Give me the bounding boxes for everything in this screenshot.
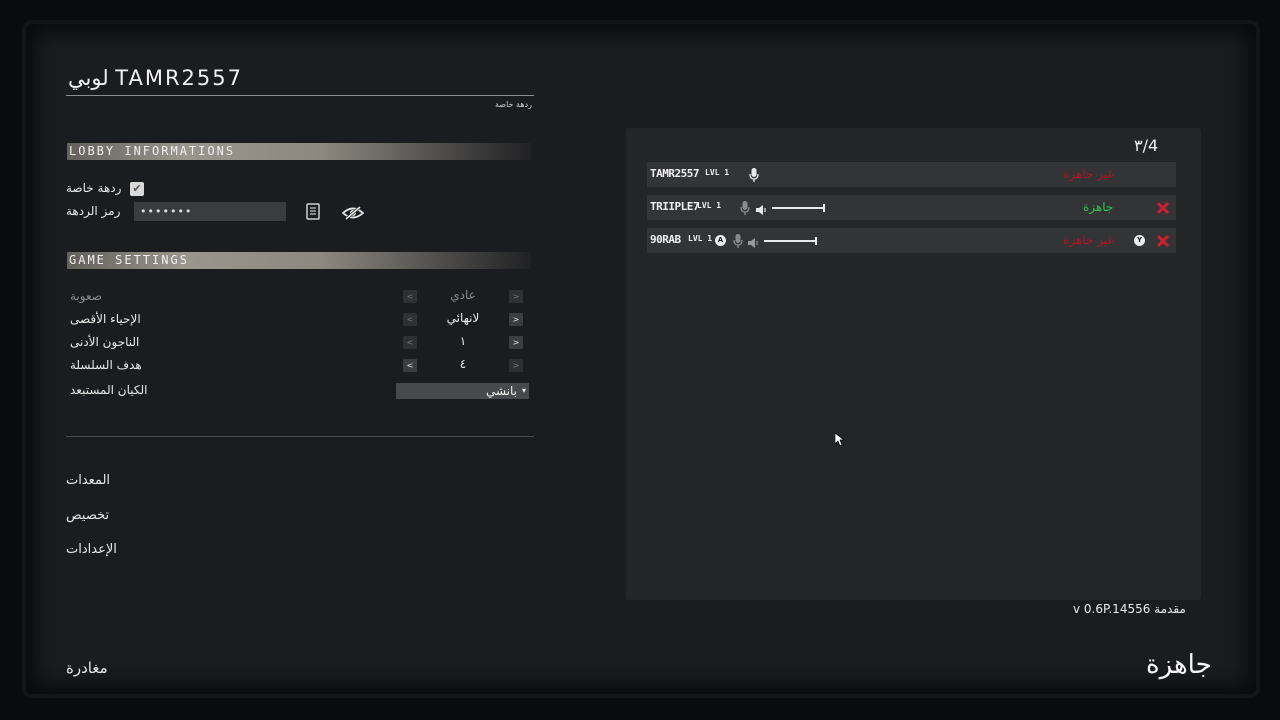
player-name: 90RAB [650, 233, 681, 246]
player-name: TRIIPLE7 [650, 200, 699, 213]
player-name: TAMR2557 [650, 167, 699, 180]
volume-slider[interactable] [772, 207, 825, 209]
difficulty-prev-button[interactable]: < [403, 290, 417, 303]
max-respawns-value: لانهائي [446, 311, 480, 325]
volume-slider[interactable] [764, 240, 817, 242]
mouse-cursor-icon [834, 432, 846, 451]
lobby-subtitle: ردهة خاصة [495, 100, 532, 109]
streak-goal-next-button[interactable]: > [509, 359, 523, 372]
min-survivors-label: الناجون الأدنى [70, 335, 140, 349]
copy-icon[interactable] [305, 203, 321, 224]
excluded-entity-dropdown[interactable]: بانشي ▾ [396, 383, 529, 399]
volume-slider-handle[interactable] [823, 204, 825, 212]
max-respawns-prev-button[interactable]: < [403, 313, 417, 326]
max-respawns-next-button[interactable]: > [509, 313, 523, 326]
version-label: v 0.6P.14556 مقدمة [1073, 602, 1186, 616]
streak-goal-prev-button[interactable]: < [403, 359, 417, 372]
kick-player-icon[interactable] [1156, 233, 1170, 248]
equipment-menu-item[interactable]: المعدات [66, 473, 110, 488]
lobby-password-label: رمز الردهة [66, 204, 121, 218]
difficulty-label: صعوبة [70, 289, 102, 303]
lobby-title: لوبي TAMR2557 [68, 66, 244, 90]
private-lobby-label: ردهة خاصة [66, 181, 122, 195]
speaker-icon[interactable] [747, 234, 759, 253]
volume-slider-handle[interactable] [815, 237, 817, 245]
hide-password-icon[interactable] [341, 205, 365, 224]
player-row: TAMR2557 LVL 1 غير جاهزة [647, 162, 1176, 187]
streak-goal-label: هدف السلسلة [70, 358, 142, 372]
player-row: 90RAB LVL 1 A غير جاهزة Y [647, 228, 1176, 253]
player-level: LVL 1 [697, 201, 722, 210]
speaker-icon[interactable] [755, 201, 767, 220]
player-status: غير جاهزة [1063, 233, 1114, 247]
chevron-down-icon: ▾ [521, 386, 526, 395]
microphone-icon[interactable] [733, 233, 743, 252]
title-divider [66, 95, 534, 96]
player-level: LVL 1 [688, 234, 713, 243]
settings-menu-item[interactable]: الإعدادات [66, 542, 117, 557]
settings-divider [66, 436, 534, 437]
private-lobby-checkbox[interactable]: ✔ [130, 182, 144, 196]
lobby-password-field[interactable]: ••••••• [134, 202, 286, 221]
microphone-icon[interactable] [749, 167, 759, 186]
player-row: TRIIPLE7 LVL 1 جاهزة [647, 195, 1176, 220]
ready-button[interactable]: جاهزة [1146, 650, 1212, 680]
player-status: جاهزة [1083, 200, 1114, 214]
lobby-info-header: LOBBY INFORMATIONS [67, 143, 531, 160]
microphone-icon[interactable] [740, 200, 750, 219]
a-button-icon: A [715, 235, 726, 246]
customize-menu-item[interactable]: تخصيص [66, 508, 109, 523]
max-respawns-label: الإحياء الأقصى [70, 312, 141, 326]
difficulty-next-button[interactable]: > [509, 290, 523, 303]
min-survivors-value: ١ [459, 334, 467, 348]
player-count: ٣/4 [1134, 136, 1159, 155]
leave-button[interactable]: مغادرة [66, 659, 108, 677]
player-level: LVL 1 [705, 168, 730, 177]
streak-goal-value: ٤ [459, 357, 467, 371]
y-button-icon: Y [1134, 235, 1145, 246]
excluded-entity-value: بانشي [485, 384, 517, 398]
min-survivors-next-button[interactable]: > [509, 336, 523, 349]
difficulty-value: عادي [450, 288, 476, 302]
excluded-entity-label: الكيان المستبعد [70, 383, 148, 397]
game-settings-header: GAME SETTINGS [67, 252, 531, 269]
min-survivors-prev-button[interactable]: < [403, 336, 417, 349]
player-status: غير جاهزة [1063, 167, 1114, 181]
kick-player-icon[interactable] [1156, 200, 1170, 215]
